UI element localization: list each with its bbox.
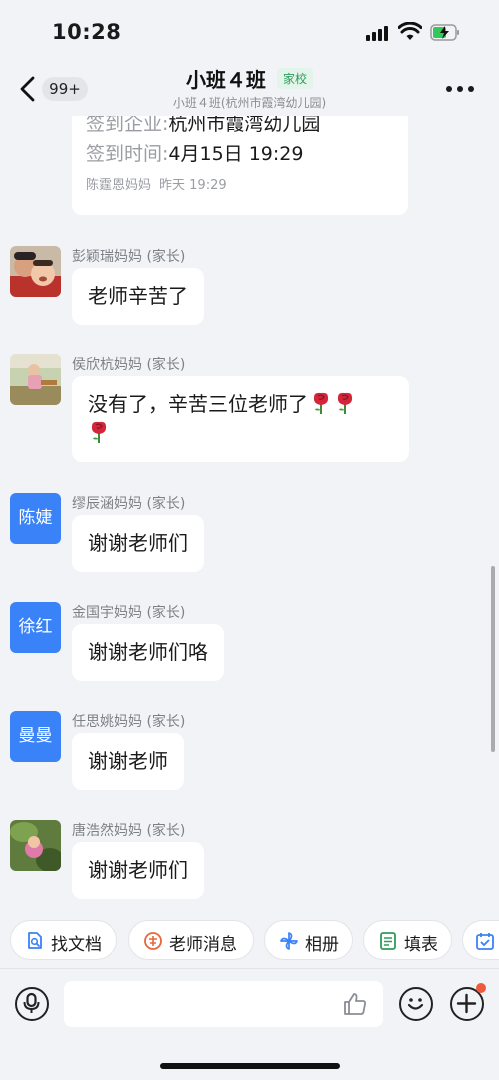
doc-search-icon bbox=[28, 932, 42, 949]
rose-emoji-icon bbox=[313, 392, 329, 414]
chat-title: 小班４班 bbox=[185, 68, 266, 92]
plus-icon bbox=[456, 993, 477, 1014]
check-in-time: 签到时间:4月15日 19:29 bbox=[86, 143, 304, 165]
chip-label: 填表 bbox=[404, 935, 438, 955]
message-bubble[interactable]: 谢谢老师们咯 bbox=[72, 624, 224, 681]
microphone-icon bbox=[23, 992, 40, 1013]
voice-button[interactable] bbox=[15, 987, 49, 1021]
chat-header: 99+ 小班４班 家校 小班４班(杭州市霞湾幼儿园) bbox=[0, 60, 499, 118]
message-bubble[interactable]: 谢谢老师们 bbox=[72, 515, 204, 572]
album-chip[interactable]: 相册 bbox=[264, 920, 353, 960]
schedule-chip[interactable] bbox=[462, 920, 499, 960]
form-icon bbox=[380, 932, 396, 950]
fill-form-chip[interactable]: 填表 bbox=[363, 920, 452, 960]
chip-label: 找文档 bbox=[51, 935, 102, 955]
chip-label: 相册 bbox=[305, 935, 339, 955]
message-bubble[interactable]: 老师辛苦了 bbox=[72, 268, 204, 325]
check-in-company: 签到企业:杭州市霞湾幼儿园 bbox=[86, 116, 321, 135]
avatar[interactable]: 曼曼 bbox=[10, 711, 61, 762]
message-text: 没有了，辛苦三位老师了 bbox=[88, 392, 308, 416]
thumbs-up-icon[interactable] bbox=[342, 991, 368, 1017]
more-options-button[interactable] bbox=[440, 78, 480, 98]
sender-name: 缪辰涵妈妈 (家长) bbox=[72, 496, 186, 512]
teacher-icon bbox=[144, 932, 162, 950]
avatar[interactable] bbox=[10, 820, 61, 871]
chip-label: 老师消息 bbox=[169, 935, 237, 955]
card-time: 昨天 19:29 bbox=[159, 178, 227, 193]
rose-emoji-icon bbox=[91, 421, 107, 443]
battery-charging-icon bbox=[430, 24, 459, 41]
signal-icon bbox=[366, 25, 390, 41]
sender-name: 任思姚妈妈 (家长) bbox=[72, 714, 186, 730]
check-in-card[interactable]: 签到企业:杭州市霞湾幼儿园 签到时间:4月15日 19:29 陈霆恩妈妈 昨天 1… bbox=[72, 116, 408, 215]
message-bubble[interactable]: 谢谢老师们 bbox=[72, 842, 204, 899]
title-row[interactable]: 小班４班 家校 bbox=[0, 64, 499, 93]
sender-name: 侯欣杭妈妈 (家长) bbox=[72, 357, 186, 373]
status-time: 10:28 bbox=[52, 20, 122, 44]
teacher-message-chip[interactable]: 老师消息 bbox=[128, 920, 254, 960]
sender-name: 金国宇妈妈 (家长) bbox=[72, 605, 186, 621]
input-bar bbox=[0, 968, 499, 1039]
quick-actions-bar: 找文档 老师消息 相册 填表 bbox=[0, 918, 499, 964]
find-document-chip[interactable]: 找文档 bbox=[10, 920, 117, 960]
status-bar: 10:28 bbox=[0, 0, 499, 66]
wifi-icon bbox=[398, 22, 422, 40]
rose-emoji-icon bbox=[337, 392, 353, 414]
avatar[interactable] bbox=[10, 354, 61, 405]
message-input[interactable] bbox=[64, 981, 383, 1027]
scrollbar[interactable] bbox=[491, 566, 495, 752]
pinwheel-icon bbox=[280, 932, 298, 950]
card-meta: 陈霆恩妈妈 昨天 19:29 bbox=[86, 174, 227, 193]
sender-name: 彭颖瑞妈妈 (家长) bbox=[72, 249, 186, 265]
calendar-check-icon bbox=[476, 933, 494, 950]
smiley-icon bbox=[407, 998, 424, 1010]
notification-dot bbox=[476, 983, 486, 993]
message-bubble[interactable]: 谢谢老师 bbox=[72, 733, 184, 790]
sender-name: 唐浩然妈妈 (家长) bbox=[72, 823, 186, 839]
message-bubble[interactable]: 没有了，辛苦三位老师了 bbox=[72, 376, 409, 462]
card-sender: 陈霆恩妈妈 bbox=[86, 178, 152, 193]
avatar[interactable] bbox=[10, 246, 61, 297]
chat-subtitle: 小班４班(杭州市霞湾幼儿园) bbox=[172, 96, 327, 110]
group-type-tag: 家校 bbox=[277, 68, 314, 89]
message-list[interactable]: 签到企业:杭州市霞湾幼儿园 签到时间:4月15日 19:29 陈霆恩妈妈 昨天 1… bbox=[0, 116, 499, 916]
home-indicator bbox=[160, 1063, 340, 1069]
emoji-button[interactable] bbox=[399, 987, 433, 1021]
avatar[interactable]: 陈婕 bbox=[10, 493, 61, 544]
avatar[interactable]: 徐红 bbox=[10, 602, 61, 653]
